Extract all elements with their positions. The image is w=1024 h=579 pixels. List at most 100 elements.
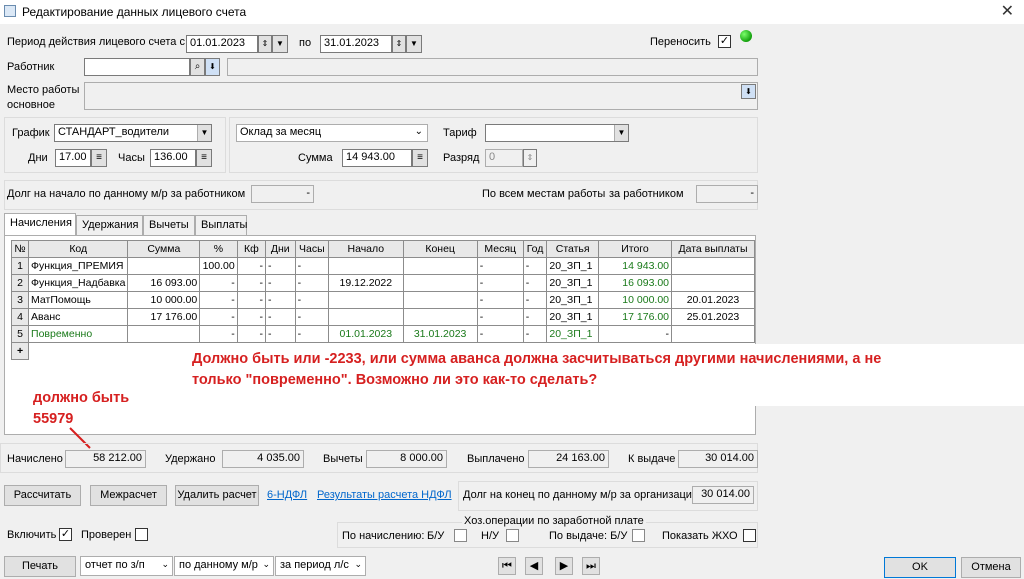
next-record-icon[interactable]: ▶ [555, 557, 573, 575]
cell-percent[interactable]: - [199, 308, 238, 326]
cell-days[interactable]: - [264, 325, 296, 343]
table-row[interactable]: 2 Функция_Надбавка 16 093.00 - - - - 19.… [10, 274, 755, 292]
col-header[interactable]: Дни [264, 240, 296, 258]
cancel-button[interactable]: Отмена [961, 557, 1021, 578]
salary-type-select[interactable]: Оклад за месяц ⌄ [236, 124, 428, 142]
cell-sum[interactable]: 10 000.00 [127, 291, 201, 309]
cell-code[interactable]: Функция_Надбавка [28, 274, 129, 292]
tariff-select[interactable]: ▼ [485, 124, 629, 142]
report-type-select[interactable]: отчет по з/п ⌄ [80, 556, 173, 576]
cell-hours[interactable]: - [294, 257, 330, 275]
ndfl-results-link[interactable]: Результаты расчета НДФЛ [317, 489, 452, 501]
cell-total[interactable]: 17 176.00 [597, 308, 673, 326]
cell-coef[interactable]: - [236, 274, 266, 292]
cell-coef[interactable]: - [236, 257, 266, 275]
table-row[interactable]: 1 Функция_ПРЕМИЯ 100.00 - - - - - 20_ЗП_… [10, 257, 755, 275]
cell-total[interactable]: 16 093.00 [597, 274, 673, 292]
cell-start[interactable]: 01.01.2023 [328, 325, 404, 343]
cell-pay-date[interactable] [671, 274, 755, 292]
col-header[interactable]: % [199, 240, 238, 258]
cell-end[interactable] [402, 274, 478, 292]
table-row[interactable]: 5 Повременно - - - - 01.01.2023 31.01.20… [10, 325, 755, 343]
cell-sum[interactable] [127, 257, 201, 275]
col-header[interactable]: Дата выплаты [671, 240, 755, 258]
days-input[interactable]: 17.00 [55, 149, 91, 167]
col-header[interactable]: № [10, 240, 30, 258]
cell-year[interactable]: - [522, 274, 548, 292]
ndfl6-link[interactable]: 6-НДФЛ [267, 489, 307, 501]
hours-calc-icon[interactable]: ≡ [196, 149, 212, 167]
cell-year[interactable]: - [522, 257, 548, 275]
period-from-input[interactable]: 01.01.2023 [186, 35, 258, 53]
sum-calc-icon[interactable]: ≡ [412, 149, 428, 167]
period-select[interactable]: за период л/с ⌄ [275, 556, 366, 576]
cell-code[interactable]: МатПомощь [28, 291, 129, 309]
cell-pay-date[interactable] [671, 257, 755, 275]
cell-article[interactable]: 20_ЗП_1 [546, 257, 599, 275]
cell-sum[interactable] [127, 325, 201, 343]
cell-hours[interactable]: - [294, 308, 330, 326]
nu-accrual-checkbox[interactable] [506, 529, 519, 542]
cell-pay-date[interactable]: 25.01.2023 [671, 308, 755, 326]
cell-month[interactable]: - [476, 257, 524, 275]
cell-month[interactable]: - [476, 291, 524, 309]
close-icon[interactable]: ✕ [1001, 1, 1014, 21]
first-record-icon[interactable]: ⏮ [498, 557, 516, 575]
period-from-spinner[interactable]: ⇕ [258, 35, 272, 53]
cell-article[interactable]: 20_ЗП_1 [546, 325, 599, 343]
cell-coef[interactable]: - [236, 291, 266, 309]
period-to-calendar-icon[interactable]: ▼ [406, 35, 422, 53]
ok-button[interactable]: OK [884, 557, 956, 578]
period-to-input[interactable]: 31.01.2023 [320, 35, 392, 53]
show-jho-checkbox[interactable] [743, 529, 756, 542]
workplace-field[interactable] [84, 82, 758, 110]
cell-start[interactable] [328, 291, 404, 309]
delete-calc-button[interactable]: Удалить расчет [175, 485, 259, 506]
cell-year[interactable]: - [522, 325, 548, 343]
cell-days[interactable]: - [264, 308, 296, 326]
tab-deductions[interactable]: Вычеты [143, 215, 195, 235]
cell-percent[interactable]: - [199, 291, 238, 309]
cell-end[interactable] [402, 291, 478, 309]
cell-start[interactable]: 19.12.2022 [328, 274, 404, 292]
cell-coef[interactable]: - [236, 325, 266, 343]
cell-sum[interactable]: 17 176.00 [127, 308, 201, 326]
cell-hours[interactable]: - [294, 291, 330, 309]
table-row[interactable]: 3 МатПомощь 10 000.00 - - - - - - 20_ЗП_… [10, 291, 755, 309]
cell-pay-date[interactable]: 20.01.2023 [671, 291, 755, 309]
col-header[interactable]: Статья [546, 240, 599, 258]
intercalc-button[interactable]: Межрасчет [90, 485, 167, 506]
checked-checkbox[interactable] [135, 528, 148, 541]
col-header[interactable]: Год [522, 240, 548, 258]
col-header[interactable]: Сумма [127, 240, 201, 258]
cell-month[interactable]: - [476, 308, 524, 326]
bu-accrual-checkbox[interactable] [454, 529, 467, 542]
last-record-icon[interactable]: ⏭ [582, 557, 600, 575]
cell-days[interactable]: - [264, 291, 296, 309]
cell-pay-date[interactable] [671, 325, 755, 343]
table-row[interactable]: 4 Аванс 17 176.00 - - - - - - 20_ЗП_1 17… [10, 308, 755, 326]
select-workplace-icon[interactable]: ⬇ [741, 84, 756, 99]
cell-article[interactable]: 20_ЗП_1 [546, 274, 599, 292]
cell-days[interactable]: - [264, 257, 296, 275]
cell-year[interactable]: - [522, 291, 548, 309]
cell-end[interactable] [402, 308, 478, 326]
cell-total[interactable]: 10 000.00 [597, 291, 673, 309]
cell-article[interactable]: 20_ЗП_1 [546, 308, 599, 326]
tab-payments[interactable]: Выплаты [195, 215, 247, 235]
sum-input[interactable]: 14 943.00 [342, 149, 412, 167]
cell-hours[interactable]: - [294, 325, 330, 343]
col-header[interactable]: Кф [236, 240, 266, 258]
worker-input[interactable] [84, 58, 190, 76]
cell-total[interactable]: 14 943.00 [597, 257, 673, 275]
rank-spinner[interactable]: ⇕ [523, 149, 537, 167]
cell-percent[interactable]: 100.00 [199, 257, 238, 275]
cell-end[interactable]: 31.01.2023 [402, 325, 478, 343]
hours-input[interactable]: 136.00 [150, 149, 196, 167]
print-button[interactable]: Печать [4, 556, 76, 577]
cell-code[interactable]: Повременно [28, 325, 129, 343]
days-calc-icon[interactable]: ≡ [91, 149, 107, 167]
col-header[interactable]: Итого [597, 240, 673, 258]
search-icon[interactable]: ⌕ [190, 58, 205, 76]
cell-percent[interactable]: - [199, 274, 238, 292]
